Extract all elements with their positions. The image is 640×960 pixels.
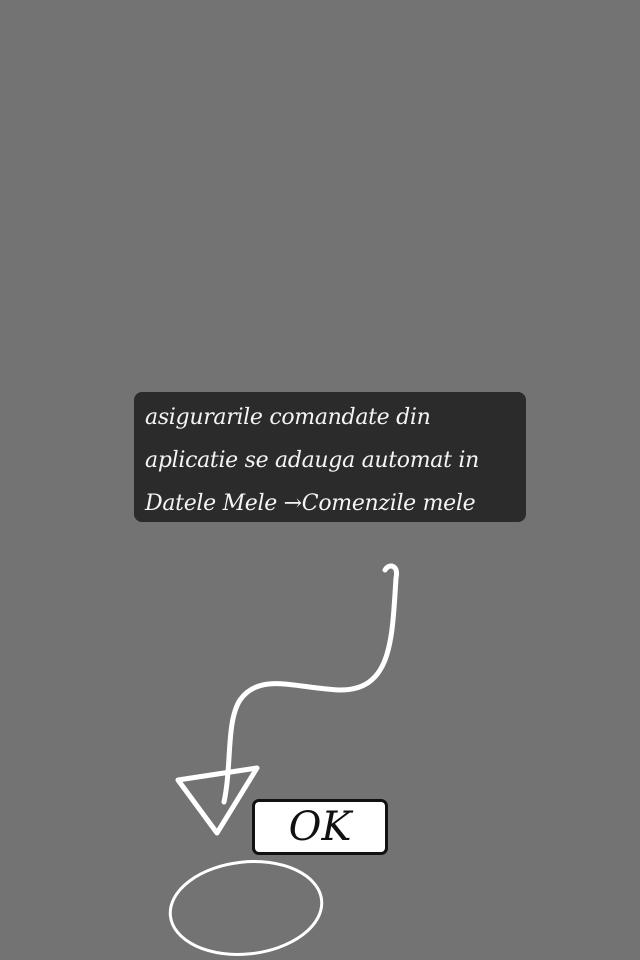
circle-highlight-icon [168,860,324,956]
ok-button[interactable]: OK [252,799,388,855]
curved-down-arrow-icon [175,563,400,836]
